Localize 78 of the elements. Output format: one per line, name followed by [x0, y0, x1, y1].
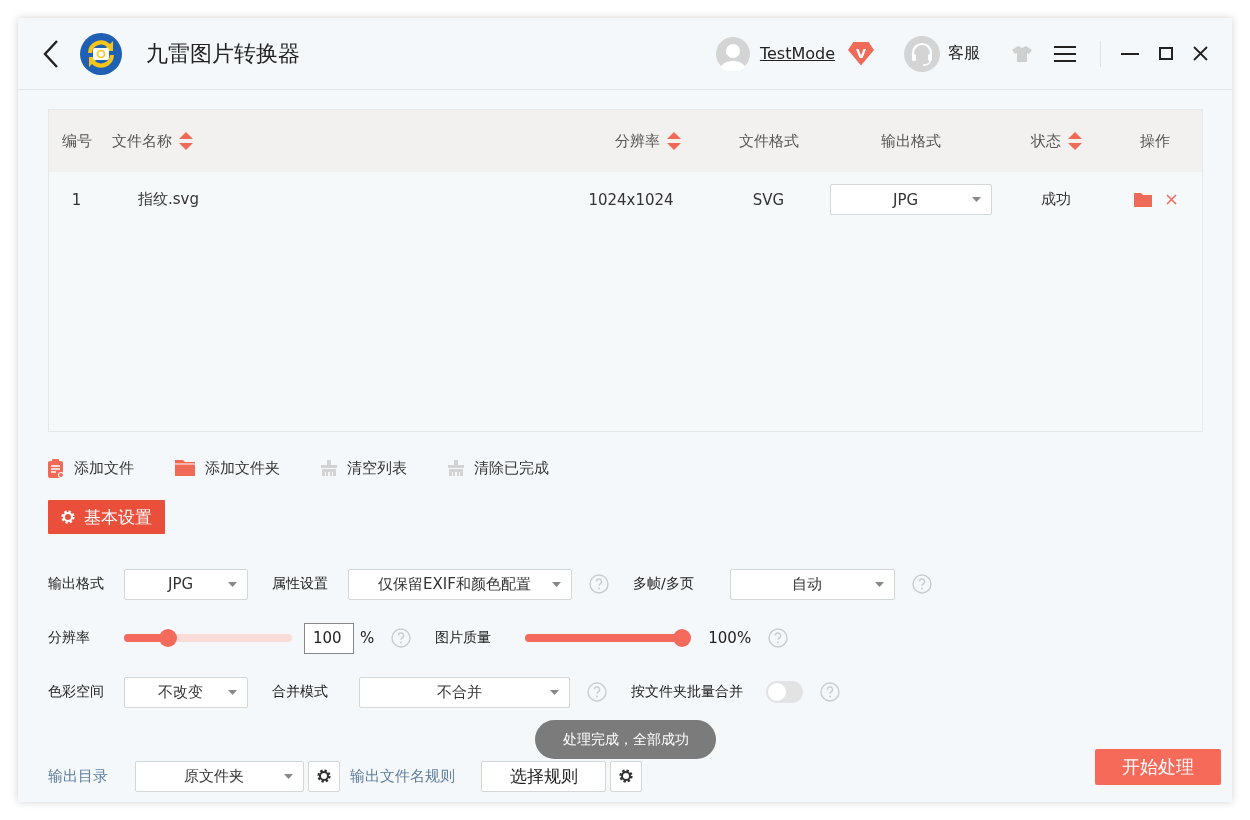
- column-header[interactable]: 状态: [1030, 131, 1061, 151]
- action-link[interactable]: 添加文件: [74, 458, 134, 478]
- dropdown[interactable]: 不改变: [124, 676, 248, 708]
- window-title: 九雷图片转换器: [146, 39, 300, 68]
- app-logo-icon: [80, 32, 122, 75]
- username-link[interactable]: TestMode: [759, 44, 835, 63]
- sort-icon[interactable]: [1067, 132, 1082, 150]
- gear-icon: [317, 769, 331, 783]
- column-header[interactable]: 分辨率: [615, 131, 660, 151]
- unit-label: %: [360, 629, 375, 647]
- setting-label: 色彩空间: [48, 683, 105, 701]
- sort-icon[interactable]: [179, 132, 193, 150]
- setting-label: 图片质量: [435, 629, 493, 647]
- setting-label: 多帧/多页: [633, 575, 695, 593]
- help-icon[interactable]: [912, 574, 932, 594]
- column-header: 操作: [1140, 131, 1170, 151]
- settings-button[interactable]: [610, 760, 642, 792]
- column-header: 编号: [61, 131, 92, 151]
- basic-settings-tab[interactable]: 基本设置: [48, 500, 165, 534]
- caret-icon: [550, 689, 559, 695]
- table-cell: SVG: [752, 190, 785, 209]
- action-link[interactable]: 添加文件夹: [205, 458, 280, 478]
- help-icon[interactable]: [589, 574, 609, 594]
- table-cell: 1024x1024: [588, 190, 674, 209]
- gear-icon: [619, 769, 633, 783]
- column-header: 文件格式: [738, 131, 799, 151]
- help-icon[interactable]: [391, 628, 412, 648]
- output-dir-label: 输出目录: [48, 766, 109, 786]
- help-icon[interactable]: [587, 682, 607, 702]
- t-shirt-icon[interactable]: [1012, 45, 1032, 62]
- menu-icon[interactable]: [1054, 45, 1076, 62]
- toggle-switch[interactable]: [766, 681, 803, 703]
- dropdown[interactable]: JPG: [830, 184, 992, 215]
- support-label[interactable]: 客服: [948, 43, 980, 64]
- maximize-icon[interactable]: [1159, 47, 1173, 60]
- sort-icon[interactable]: [667, 132, 681, 150]
- close-icon[interactable]: [1193, 46, 1208, 61]
- choose-rule-button[interactable]: 选择规则: [481, 760, 606, 792]
- folder-icon[interactable]: [1133, 192, 1152, 207]
- dropdown[interactable]: 原文件夹: [135, 760, 304, 792]
- setting-label: 属性设置: [272, 575, 329, 593]
- setting-label: 按文件夹批量合并: [631, 683, 744, 701]
- vip-badge: V: [848, 41, 874, 66]
- caret-icon: [552, 581, 561, 587]
- slider-thumb[interactable]: [158, 629, 177, 647]
- avatar-icon[interactable]: [715, 36, 750, 71]
- setting-label: 分辨率: [48, 629, 91, 647]
- slider-track[interactable]: [124, 629, 292, 647]
- caret-icon: [972, 197, 981, 202]
- setting-label: 合并模式: [272, 683, 329, 701]
- delete-icon[interactable]: [1165, 194, 1177, 205]
- dropdown[interactable]: 自动: [730, 568, 895, 600]
- caret-icon: [875, 581, 884, 587]
- help-icon[interactable]: [768, 628, 789, 648]
- settings-button[interactable]: [308, 760, 340, 792]
- file-name: 指纹.svg: [138, 190, 199, 209]
- filename-rule-label: 输出文件名规则: [350, 766, 456, 786]
- setting-label: 输出格式: [48, 575, 105, 593]
- back-icon[interactable]: [42, 38, 60, 69]
- slider-track[interactable]: [525, 629, 692, 647]
- slider-thumb[interactable]: [673, 629, 692, 647]
- caret-icon: [228, 689, 237, 695]
- table-cell: 1: [71, 190, 82, 209]
- dropdown[interactable]: 仅保留EXIF和颜色配置: [348, 568, 572, 600]
- status-text: 成功: [1041, 190, 1071, 209]
- headset-icon[interactable]: [904, 35, 940, 72]
- input-field[interactable]: 100: [304, 622, 354, 654]
- help-icon[interactable]: [820, 682, 840, 702]
- toast-message: 处理完成，全部成功: [535, 720, 716, 759]
- quality-reading: 100%: [708, 629, 752, 647]
- caret-icon: [284, 773, 293, 779]
- gear-icon: [61, 510, 75, 524]
- dropdown[interactable]: JPG: [124, 568, 248, 600]
- column-header: 输出格式: [881, 131, 941, 151]
- minimize-icon[interactable]: [1121, 52, 1139, 55]
- dropdown[interactable]: 不合并: [359, 676, 570, 708]
- column-header[interactable]: 文件名称: [112, 131, 172, 151]
- caret-icon: [228, 581, 237, 587]
